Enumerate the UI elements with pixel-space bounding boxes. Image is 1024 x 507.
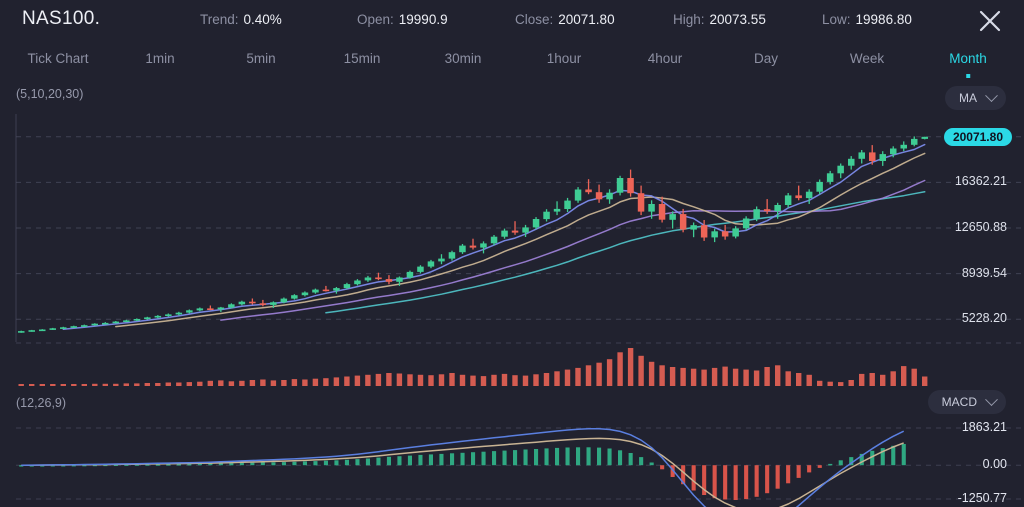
tab-4hour[interactable]: 4hour (648, 42, 683, 80)
chevron-down-icon (985, 392, 998, 406)
stat-open-value: 19990.9 (398, 12, 448, 27)
price-axis-label: 12650.88 (954, 219, 1007, 234)
stat-trend-value: 0.40% (243, 12, 282, 27)
chart-window: NAS100. Trend: 0.40% Open: 19990.9 Close: 2… (0, 0, 1024, 507)
tab-label: 30min (444, 51, 482, 66)
macd-chart-panel (0, 420, 1024, 507)
tab-month[interactable]: Month (949, 42, 987, 80)
macd-params-label: (12,26,9) (16, 396, 67, 410)
price-axis-label: 16362.21 (954, 174, 1007, 189)
stat-open: Open: 19990.9 (357, 12, 448, 27)
stat-open-label: Open: (357, 12, 394, 27)
stat-trend: Trend: 0.40% (200, 12, 282, 27)
volume-chart-panel (0, 342, 1024, 386)
tab-15min[interactable]: 15min (344, 42, 381, 80)
tab-label: 1hour (546, 51, 582, 66)
tab-label: Month (949, 51, 987, 66)
tab-active-indicator (966, 74, 970, 78)
stat-high: High: 20073.55 (673, 12, 766, 27)
stat-close: Close: 20071.80 (515, 12, 615, 27)
tab-label: 1min (145, 51, 175, 66)
tab-label: Tick Chart (27, 51, 89, 66)
price-chart-panel[interactable] (0, 114, 1024, 342)
stat-low-label: Low: (822, 12, 851, 27)
stat-high-value: 20073.55 (709, 12, 766, 27)
tab-label: 4hour (647, 51, 683, 66)
price-axis-label: 8939.54 (961, 265, 1007, 280)
macd-axis-label: 0.00 (982, 457, 1007, 472)
stat-low: Low: 19986.80 (822, 12, 912, 27)
tab-tick-chart[interactable]: Tick Chart (27, 42, 88, 80)
stat-low-value: 19986.80 (855, 12, 912, 27)
tab-day[interactable]: Day (754, 42, 778, 80)
close-icon[interactable] (974, 5, 1006, 37)
price-axis-label: 5228.20 (961, 311, 1007, 326)
symbol-label: NAS100. (22, 8, 101, 29)
ma-header-row: (5,10,20,30) (0, 82, 1024, 114)
chevron-down-icon (985, 88, 998, 102)
stat-high-label: High: (673, 12, 705, 27)
tab-label: 15min (343, 51, 381, 66)
ma-dropdown-label: MA (959, 91, 977, 105)
macd-dropdown[interactable]: MACD (927, 390, 1006, 414)
chart-header: NAS100. Trend: 0.40% Open: 19990.9 Close: 2… (0, 0, 1024, 42)
tab-label: Week (849, 51, 885, 66)
tab-30min[interactable]: 30min (445, 42, 482, 80)
macd-axis-label: -1250.77 (957, 491, 1007, 505)
macd-axis-label: 1863.21 (961, 420, 1007, 434)
timeframe-tabs: Tick Chart 1min 5min 15min 30min 1hour 4hour Da… (0, 42, 1024, 80)
macd-dropdown-label: MACD (941, 395, 977, 409)
ma-dropdown[interactable]: MA (945, 86, 1006, 110)
macd-header-row: (12,26,9) (0, 392, 1024, 420)
tab-label: Day (753, 51, 779, 66)
stat-close-value: 20071.80 (558, 12, 615, 27)
tab-label: 5min (246, 51, 276, 66)
tab-1min[interactable]: 1min (145, 42, 174, 80)
tab-1hour[interactable]: 1hour (547, 42, 582, 80)
tab-week[interactable]: Week (850, 42, 884, 80)
ma-params-label: (5,10,20,30) (16, 87, 84, 101)
stat-trend-label: Trend: (200, 12, 239, 27)
stat-close-label: Close: (515, 12, 554, 27)
current-price-badge: 20071.80 (943, 127, 1012, 146)
tab-5min[interactable]: 5min (246, 42, 275, 80)
